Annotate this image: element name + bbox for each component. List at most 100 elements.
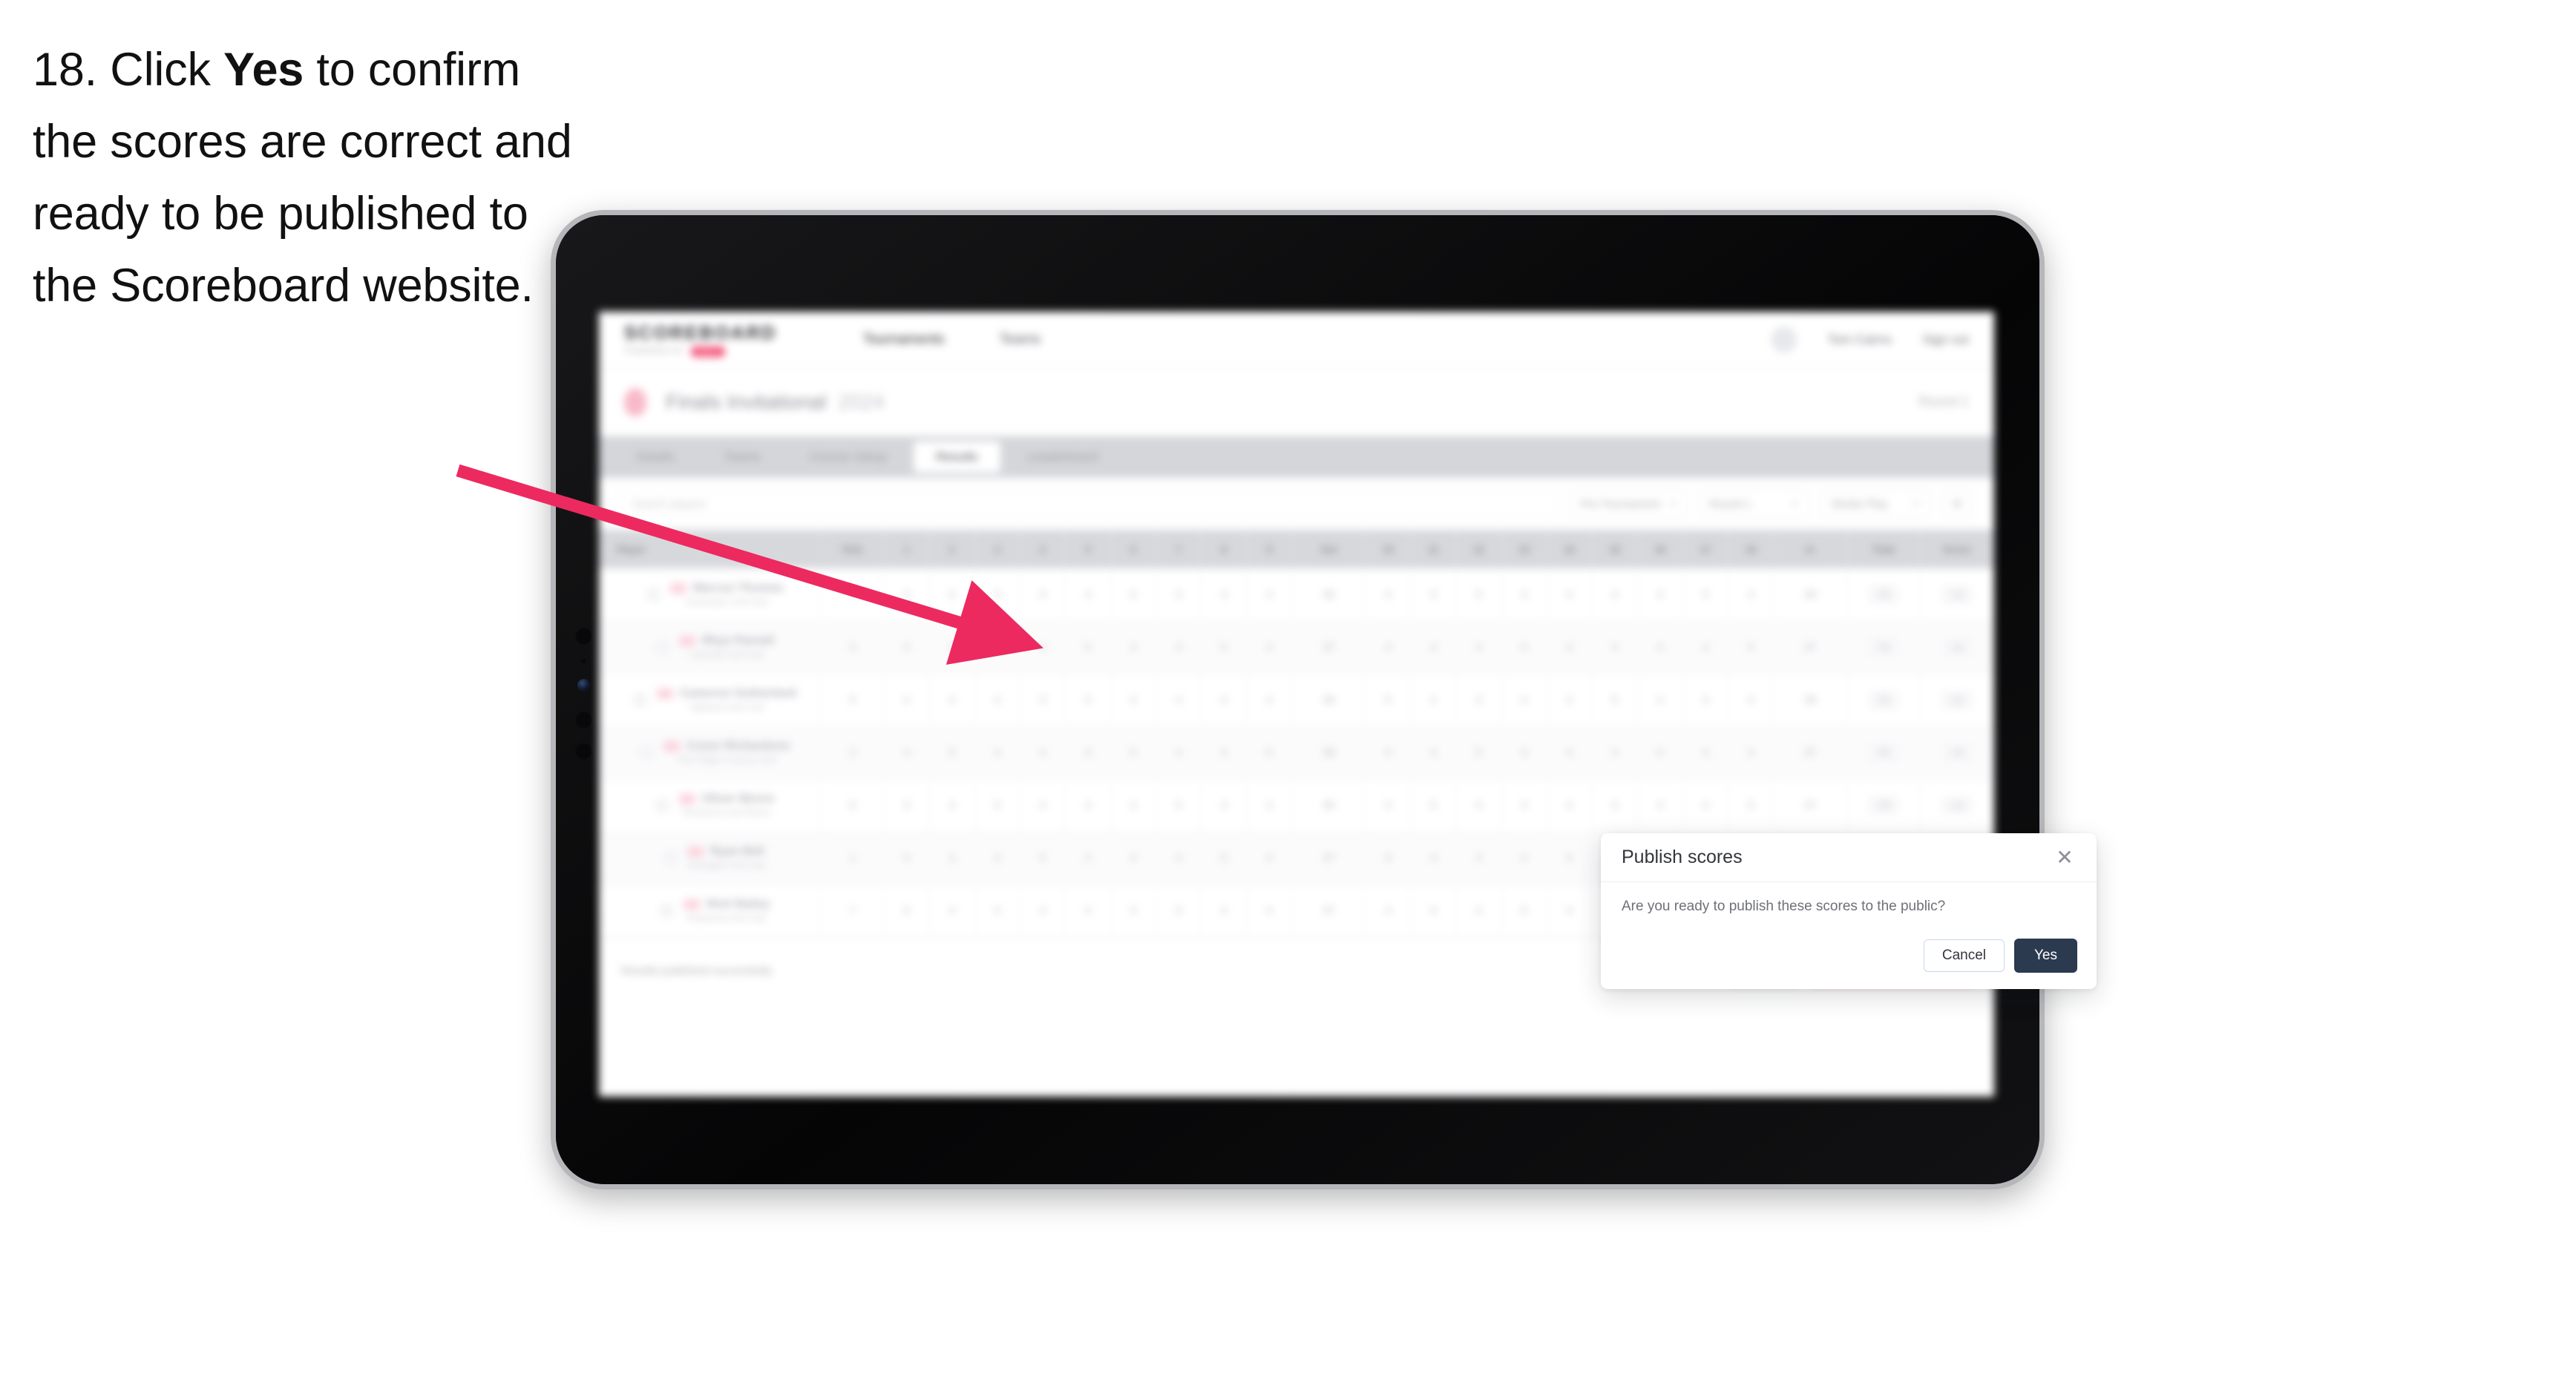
gross-cell[interactable]: +2 bbox=[1920, 568, 1994, 622]
hole-cell-2[interactable]: 4 bbox=[929, 779, 975, 832]
hole-cell-8[interactable]: 5 bbox=[1201, 621, 1248, 674]
hole-cell-5[interactable]: 4 bbox=[1065, 832, 1112, 885]
hole-cell-14[interactable]: 3 bbox=[1547, 621, 1593, 674]
hole-cell-14[interactable]: 4 bbox=[1547, 779, 1593, 832]
total-cell[interactable]: 72 bbox=[1846, 674, 1921, 727]
row-checkbox[interactable] bbox=[646, 588, 660, 601]
hole-cell-9[interactable]: 4 bbox=[1246, 568, 1293, 622]
hole-cell-11[interactable]: 4 bbox=[1410, 832, 1457, 885]
hole-cell-18[interactable]: 4 bbox=[1728, 726, 1774, 780]
total-cell[interactable]: 72 bbox=[1846, 568, 1921, 622]
user-name-label[interactable]: Tom Cairns bbox=[1828, 332, 1892, 347]
nav-item-teams[interactable]: Teams bbox=[999, 332, 1040, 348]
hole-cell-12[interactable]: 5 bbox=[1455, 568, 1502, 622]
hole-cell-11[interactable]: 4 bbox=[1410, 726, 1457, 780]
table-row[interactable]: Oliver Moore Riverbend Golf Resort 6 3 4 5 4 4 4… bbox=[599, 779, 1994, 832]
filter-pre-tournament[interactable]: Pre-Tournament ▼ bbox=[1570, 489, 1687, 519]
pick-cell[interactable]: 1 bbox=[821, 832, 885, 885]
table-row[interactable]: Conor Richardson Pine Ridge Country Club 2… bbox=[599, 726, 1994, 780]
hole-cell-6[interactable]: 3 bbox=[1110, 884, 1157, 938]
hole-cell-15[interactable]: 4 bbox=[1592, 621, 1638, 674]
hole-cell-7[interactable]: 5 bbox=[1156, 884, 1202, 938]
hole-cell-15[interactable]: 4 bbox=[1592, 726, 1638, 780]
out-cell[interactable]: 38 bbox=[1291, 726, 1366, 780]
hole-cell-12[interactable]: 5 bbox=[1455, 726, 1502, 780]
hole-cell-18[interactable]: 4 bbox=[1728, 568, 1774, 622]
hole-cell-14[interactable]: 4 bbox=[1547, 884, 1593, 938]
table-row[interactable]: Marcus Thomas Clearwater Golf Club 4 4 5 3 4 4 5… bbox=[599, 568, 1994, 622]
tab-course-setup[interactable]: Course Setup bbox=[787, 441, 909, 473]
row-checkbox[interactable] bbox=[664, 852, 678, 864]
hole-cell-4[interactable]: 4 bbox=[1020, 726, 1066, 780]
hole-cell-7[interactable]: 3 bbox=[1156, 621, 1202, 674]
hole-cell-4[interactable]: 4 bbox=[1020, 621, 1066, 674]
hole-cell-7[interactable]: 3 bbox=[1156, 568, 1202, 622]
hole-cell-4[interactable]: 5 bbox=[1020, 832, 1066, 885]
total-cell[interactable]: 74 bbox=[1846, 621, 1921, 674]
hole-cell-4[interactable]: 4 bbox=[1020, 884, 1066, 938]
hole-cell-6[interactable]: 5 bbox=[1110, 726, 1157, 780]
hole-cell-2[interactable]: 4 bbox=[929, 674, 975, 727]
hole-cell-5[interactable]: 3 bbox=[1065, 726, 1112, 780]
hole-cell-6[interactable]: 4 bbox=[1110, 779, 1157, 832]
cancel-button[interactable]: Cancel bbox=[1923, 939, 2005, 972]
hole-cell-10[interactable]: 3 bbox=[1365, 832, 1412, 885]
row-checkbox[interactable] bbox=[660, 904, 673, 917]
hole-cell-2[interactable]: 5 bbox=[929, 568, 975, 622]
hole-cell-6[interactable]: 4 bbox=[1110, 621, 1157, 674]
hole-cell-13[interactable]: 3 bbox=[1501, 726, 1547, 780]
hole-cell-18[interactable]: 5 bbox=[1728, 621, 1774, 674]
hole-cell-1[interactable]: 3 bbox=[884, 779, 930, 832]
tab-results[interactable]: Results bbox=[914, 441, 1000, 473]
hole-cell-11[interactable]: 3 bbox=[1410, 568, 1457, 622]
hole-cell-16[interactable]: 4 bbox=[1637, 674, 1683, 727]
hole-cell-6[interactable]: 4 bbox=[1110, 832, 1157, 885]
sign-out-link[interactable]: Sign out bbox=[1923, 332, 1969, 347]
hole-cell-2[interactable]: 4 bbox=[929, 884, 975, 938]
hole-cell-13[interactable]: 4 bbox=[1501, 568, 1547, 622]
hole-cell-13[interactable]: 5 bbox=[1501, 884, 1547, 938]
hole-cell-17[interactable]: 4 bbox=[1682, 621, 1729, 674]
hole-cell-8[interactable]: 4 bbox=[1201, 568, 1248, 622]
pick-cell[interactable]: 5 bbox=[821, 674, 885, 727]
hole-cell-8[interactable]: 5 bbox=[1201, 832, 1248, 885]
hole-cell-7[interactable]: 4 bbox=[1156, 832, 1202, 885]
hole-cell-3[interactable]: 3 bbox=[974, 832, 1020, 885]
pick-cell[interactable]: 7 bbox=[821, 884, 885, 938]
tab-teams[interactable]: Teams bbox=[701, 441, 783, 473]
in-cell[interactable]: 37 bbox=[1773, 726, 1848, 780]
hole-cell-10[interactable]: 4 bbox=[1365, 779, 1412, 832]
row-checkbox[interactable] bbox=[655, 799, 669, 812]
hole-cell-12[interactable]: 4 bbox=[1455, 884, 1502, 938]
hole-cell-3[interactable]: 5 bbox=[974, 779, 1020, 832]
hole-cell-18[interactable]: 4 bbox=[1728, 674, 1774, 727]
avatar[interactable] bbox=[1771, 326, 1797, 352]
hole-cell-1[interactable]: 5 bbox=[884, 621, 930, 674]
hole-cell-10[interactable]: 5 bbox=[1365, 674, 1412, 727]
gross-cell[interactable]: +5 bbox=[1920, 726, 1994, 780]
table-row[interactable]: Cameron Sutherland Highland Park Golf 5 4 4 4… bbox=[599, 674, 1994, 727]
gross-cell[interactable]: +4 bbox=[1920, 621, 1994, 674]
hole-cell-10[interactable]: 4 bbox=[1365, 568, 1412, 622]
hole-cell-9[interactable]: 4 bbox=[1246, 832, 1293, 885]
out-cell[interactable]: 37 bbox=[1291, 832, 1366, 885]
total-cell[interactable]: 73 bbox=[1846, 779, 1921, 832]
pick-cell[interactable]: 6 bbox=[821, 779, 885, 832]
gross-cell[interactable]: +2 bbox=[1920, 674, 1994, 727]
hole-cell-2[interactable]: 4 bbox=[929, 832, 975, 885]
hole-cell-17[interactable]: 4 bbox=[1682, 779, 1729, 832]
hole-cell-5[interactable]: 4 bbox=[1065, 779, 1112, 832]
hole-cell-3[interactable]: 3 bbox=[974, 621, 1020, 674]
in-cell[interactable]: 36 bbox=[1773, 674, 1848, 727]
in-cell[interactable]: 37 bbox=[1773, 779, 1848, 832]
hole-cell-1[interactable]: 5 bbox=[884, 884, 930, 938]
hole-cell-9[interactable]: 5 bbox=[1246, 726, 1293, 780]
hole-cell-14[interactable]: 4 bbox=[1547, 568, 1593, 622]
row-checkbox[interactable] bbox=[633, 694, 646, 706]
hole-cell-4[interactable]: 4 bbox=[1020, 568, 1066, 622]
hole-cell-17[interactable]: 5 bbox=[1682, 568, 1729, 622]
hole-cell-5[interactable]: 5 bbox=[1065, 674, 1112, 727]
hole-cell-12[interactable]: 4 bbox=[1455, 832, 1502, 885]
hole-cell-15[interactable]: 3 bbox=[1592, 568, 1638, 622]
nav-item-tournaments[interactable]: Tournaments bbox=[863, 332, 945, 348]
